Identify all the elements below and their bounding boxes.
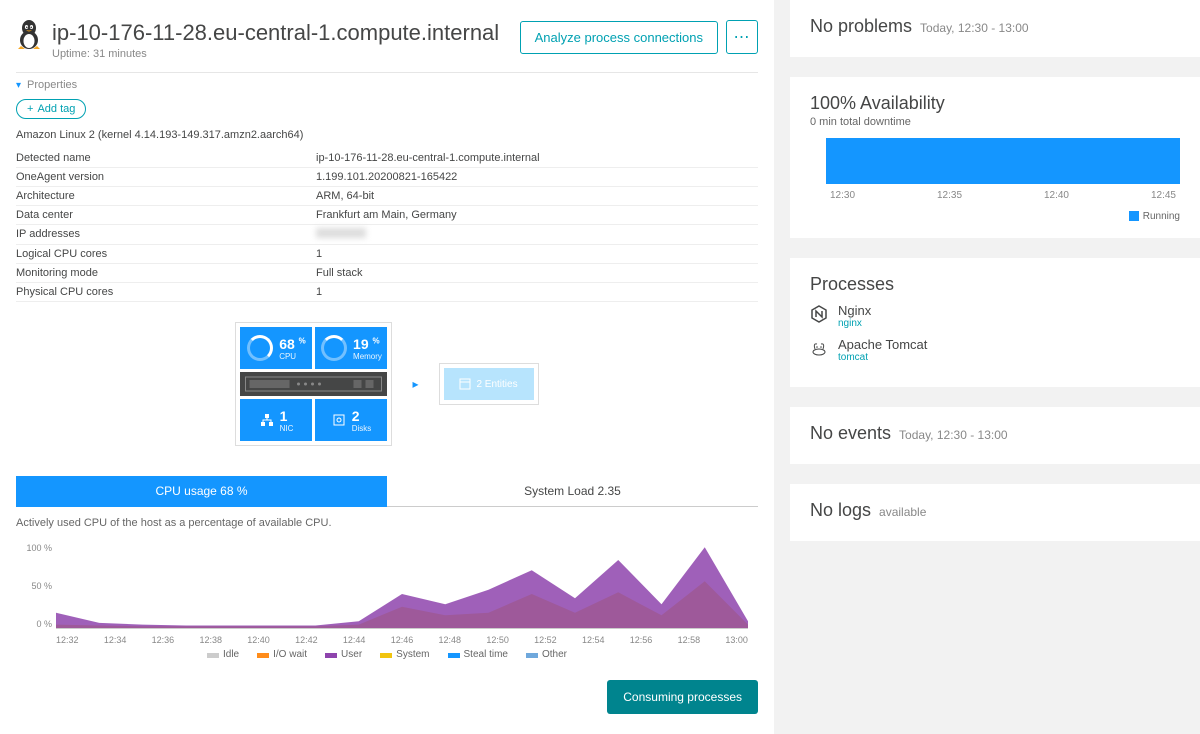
disks-tile[interactable]: 2Disks: [315, 399, 387, 441]
chart-legend: Idle I/O wait User System Steal time Other: [16, 649, 758, 660]
processes-title: Processes: [810, 274, 1180, 295]
network-icon: [260, 413, 274, 427]
disk-icon: [332, 413, 346, 427]
legend-item[interactable]: I/O wait: [257, 649, 307, 660]
legend-item[interactable]: System: [380, 649, 429, 660]
property-row: Detected nameip-10-176-11-28.eu-central-…: [16, 149, 758, 168]
tab-system-load[interactable]: System Load 2.35: [387, 476, 758, 507]
arrow-right-icon: ▸: [412, 377, 418, 391]
availability-title: 100% Availability: [810, 93, 1180, 114]
processes-panel: Processes Nginxnginx Apache Tomcattomcat: [790, 258, 1200, 387]
problems-panel: No problems Today, 12:30 - 13:00: [790, 0, 1200, 57]
problems-title: No problems: [810, 16, 912, 37]
nginx-icon: [810, 305, 828, 323]
tomcat-icon: [810, 339, 828, 357]
chevron-down-icon: ▾: [16, 80, 21, 91]
process-item[interactable]: Nginxnginx: [810, 303, 1180, 329]
availability-downtime: 0 min total downtime: [810, 116, 1180, 128]
os-description: Amazon Linux 2 (kernel 4.14.193-149.317.…: [16, 129, 758, 141]
legend-item[interactable]: Other: [526, 649, 567, 660]
events-panel: No events Today, 12:30 - 13:00: [790, 407, 1200, 464]
cpu-usage-chart: 100 %50 %0 % 12:3212:3412:3612:3812:4012…: [56, 543, 748, 643]
memory-ring-icon: [321, 335, 347, 361]
logs-title: No logs: [810, 500, 871, 521]
chart-description: Actively used CPU of the host as a perce…: [16, 517, 758, 529]
property-row: Logical CPU cores1: [16, 245, 758, 264]
problems-range: Today, 12:30 - 13:00: [920, 21, 1029, 35]
logs-panel: No logs available: [790, 484, 1200, 541]
events-range: Today, 12:30 - 13:00: [899, 428, 1008, 442]
legend-item[interactable]: Idle: [207, 649, 239, 660]
events-title: No events: [810, 423, 891, 444]
entities-icon: [459, 378, 471, 390]
property-row: OneAgent version1.199.101.20200821-16542…: [16, 168, 758, 187]
legend-item[interactable]: Steal time: [448, 649, 508, 660]
nic-tile[interactable]: 1NIC: [240, 399, 312, 441]
cpu-tile[interactable]: 68 % CPU: [240, 327, 312, 369]
analyze-connections-button[interactable]: Analyze process connections: [520, 21, 718, 54]
host-tile-block[interactable]: 68 % CPU 19 % Memory: [235, 322, 392, 446]
availability-panel: 100% Availability 0 min total downtime 1…: [790, 77, 1200, 238]
availability-chart: 12:3012:3512:4012:45: [826, 138, 1180, 201]
more-actions-button[interactable]: ⋯: [726, 20, 758, 54]
property-row: Data centerFrankfurt am Main, Germany: [16, 206, 758, 225]
metric-tabs: CPU usage 68 % System Load 2.35: [16, 476, 758, 507]
entities-tile[interactable]: 2 Entities: [439, 363, 539, 405]
property-row: ArchitectureARM, 64-bit: [16, 187, 758, 206]
memory-tile[interactable]: 19 % Memory: [315, 327, 387, 369]
tab-cpu-usage[interactable]: CPU usage 68 %: [16, 476, 387, 507]
properties-toggle[interactable]: ▾ Properties: [16, 72, 758, 91]
ellipsis-icon: ⋯: [734, 27, 751, 47]
plus-icon: +: [27, 103, 33, 115]
process-link[interactable]: tomcat: [838, 352, 927, 363]
properties-table: Detected nameip-10-176-11-28.eu-central-…: [16, 149, 758, 302]
logs-sub: available: [879, 505, 926, 519]
linux-icon: [16, 20, 42, 50]
process-link[interactable]: nginx: [838, 318, 871, 329]
property-row: IP addresses: [16, 225, 758, 245]
property-row: Physical CPU cores1: [16, 283, 758, 302]
page-title: ip-10-176-11-28.eu-central-1.compute.int…: [52, 20, 499, 46]
availability-legend-label: Running: [1143, 211, 1180, 222]
add-tag-button[interactable]: + Add tag: [16, 99, 86, 119]
consuming-processes-button[interactable]: Consuming processes: [607, 680, 758, 714]
uptime-text: Uptime: 31 minutes: [52, 48, 499, 60]
server-tile: [240, 372, 387, 396]
properties-label: Properties: [27, 79, 77, 91]
legend-item[interactable]: User: [325, 649, 362, 660]
property-row: Monitoring modeFull stack: [16, 264, 758, 283]
process-item[interactable]: Apache Tomcattomcat: [810, 337, 1180, 363]
cpu-ring-icon: [247, 335, 273, 361]
